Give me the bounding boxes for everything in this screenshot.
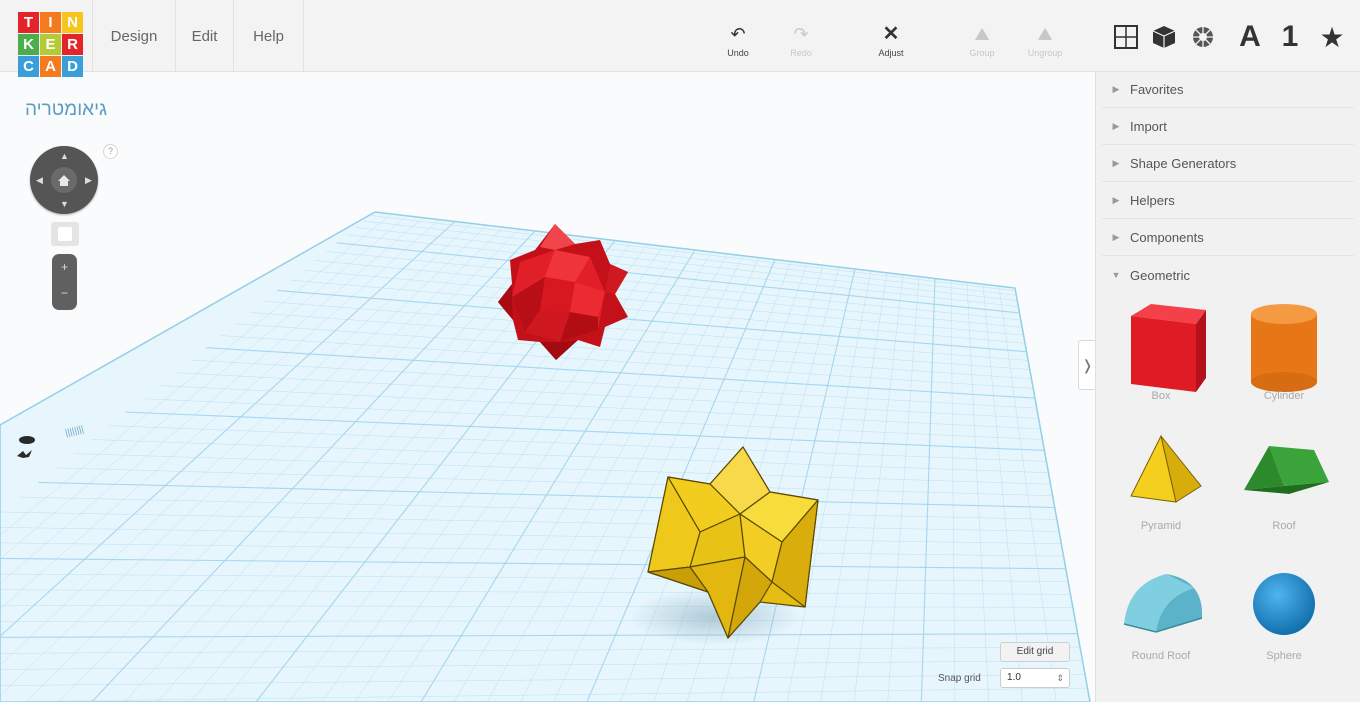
logo-letter: A [40, 56, 61, 77]
design-title[interactable]: גיאומטריה [25, 99, 107, 121]
snap-grid-select[interactable]: 1.0 ⇕ [1000, 668, 1070, 688]
gear-shape-icon[interactable] [1188, 22, 1218, 52]
snap-grid-label: Snap grid [938, 673, 981, 684]
expand-arrow-icon: ▶ [1112, 121, 1120, 131]
section-shape-generators[interactable]: ▶ Shape Generators [1102, 146, 1354, 182]
snap-grid-value: 1.0 [1007, 672, 1021, 683]
shape-label: Round Roof [1131, 650, 1191, 662]
shape-round-roof[interactable]: Round Roof [1106, 554, 1216, 674]
pan-left-icon[interactable]: ◀ [36, 175, 43, 186]
panel-view-bar: A 1 ★ [1095, 0, 1360, 72]
shape-pyramid[interactable]: Pyramid [1106, 424, 1216, 544]
zoom-in-button[interactable]: + [52, 260, 77, 274]
section-components[interactable]: ▶ Components [1102, 220, 1354, 256]
shape-roof[interactable]: Roof [1229, 424, 1339, 544]
sphere-icon [1253, 573, 1315, 635]
shapes-panel: ▶ Favorites ▶ Import ▶ Shape Generators ▶ He… [1095, 72, 1360, 702]
expand-arrow-icon: ▶ [1112, 84, 1120, 94]
adjust-label: Adjust [878, 48, 904, 58]
shape-label: Sphere [1266, 650, 1302, 662]
star-icon[interactable]: ★ [1315, 22, 1349, 53]
undo-label: Undo [727, 48, 749, 58]
ungroup-icon: ⛰ [1037, 24, 1053, 44]
section-label: Components [1130, 230, 1204, 245]
logo-letter: R [62, 34, 83, 55]
group-label: Group [969, 48, 995, 58]
shape-cylinder[interactable]: Cylinder [1229, 294, 1339, 414]
help-button[interactable]: ? [103, 144, 118, 159]
logo-letter: N [62, 12, 83, 33]
workplane-icon[interactable] [1111, 22, 1141, 52]
menu-design[interactable]: Design [92, 0, 176, 72]
pyramid-icon [1130, 434, 1202, 503]
zoom-control[interactable]: + − [52, 254, 77, 310]
ungroup-label: Ungroup [1027, 48, 1063, 58]
logo-letter: C [18, 56, 39, 77]
cylinder-icon [1251, 304, 1317, 392]
logo-letter: T [18, 12, 39, 33]
section-label: Helpers [1130, 193, 1175, 208]
logo-letter: K [18, 34, 39, 55]
shape-label: Pyramid [1140, 520, 1182, 532]
adjust-button[interactable]: ✕ Adjust [864, 24, 918, 58]
section-import[interactable]: ▶ Import [1102, 109, 1354, 145]
expand-arrow-icon: ▶ [1112, 232, 1120, 242]
top-toolbar: T I N K E R C A D Design Edit Help ↶ Und… [0, 0, 1095, 77]
roof-icon [1244, 446, 1329, 494]
round-roof-icon [1123, 574, 1203, 633]
section-helpers[interactable]: ▶ Helpers [1102, 183, 1354, 219]
collapse-arrow-icon: ▼ [1111, 270, 1121, 280]
expand-arrow-icon: ▶ [1112, 195, 1120, 205]
pan-up-icon[interactable]: ▲ [60, 151, 69, 161]
pan-down-icon[interactable]: ▼ [60, 199, 69, 209]
redo-button[interactable]: ↷ Redo [774, 24, 828, 58]
tinkercad-app: |||||||| גיאומטריה ? ▲ ▼ ◀ ▶ + − ❭ Edit … [0, 0, 1360, 702]
shape-box[interactable]: Box [1106, 294, 1216, 414]
shape-label: Box [1151, 390, 1171, 402]
workplane-viewport[interactable]: |||||||| [0, 72, 1095, 702]
logo-letter: D [62, 56, 83, 77]
logo-letter: E [40, 34, 61, 55]
undo-icon: ↶ [730, 24, 746, 44]
scene-3d[interactable]: |||||||| [0, 72, 1095, 702]
ungroup-button[interactable]: ⛰ Ungroup [1018, 24, 1072, 58]
shape-sphere[interactable]: Sphere [1229, 554, 1339, 674]
select-chevron-icon: ⇕ [1056, 673, 1064, 683]
orthographic-toggle[interactable] [51, 222, 79, 246]
expand-arrow-icon: ▶ [1112, 158, 1120, 168]
section-geometric[interactable]: ▼ Geometric [1102, 257, 1354, 293]
cube-view-icon [58, 227, 72, 241]
number-shapes-icon[interactable]: 1 [1275, 20, 1305, 53]
text-shapes-icon[interactable]: A [1235, 20, 1265, 53]
solid-cube-icon[interactable] [1149, 22, 1179, 52]
shape-label: Roof [1272, 520, 1296, 532]
zoom-out-button[interactable]: − [52, 286, 77, 300]
pan-right-icon[interactable]: ▶ [85, 175, 92, 186]
logo-letter: I [40, 12, 61, 33]
section-favorites[interactable]: ▶ Favorites [1102, 72, 1354, 108]
group-icon: ⛰ [974, 24, 990, 44]
section-label: Favorites [1130, 82, 1184, 97]
undo-button[interactable]: ↶ Undo [711, 24, 765, 58]
home-icon [58, 175, 70, 186]
section-label: Shape Generators [1130, 156, 1237, 171]
redo-icon: ↷ [793, 24, 809, 44]
edit-grid-button[interactable]: Edit grid [1000, 642, 1070, 662]
section-label: Geometric [1130, 267, 1190, 283]
tinkercad-logo[interactable]: T I N K E R C A D [18, 12, 83, 77]
home-view-button[interactable] [51, 167, 77, 193]
box-icon [1131, 304, 1206, 392]
group-button[interactable]: ⛰ Group [955, 24, 1009, 58]
menu-help[interactable]: Help [234, 0, 304, 72]
redo-label: Redo [790, 48, 812, 58]
menu-edit[interactable]: Edit [176, 0, 234, 72]
shape-label: Cylinder [1263, 390, 1305, 402]
adjust-icon: ✕ [882, 23, 900, 45]
section-label: Import [1130, 119, 1167, 134]
